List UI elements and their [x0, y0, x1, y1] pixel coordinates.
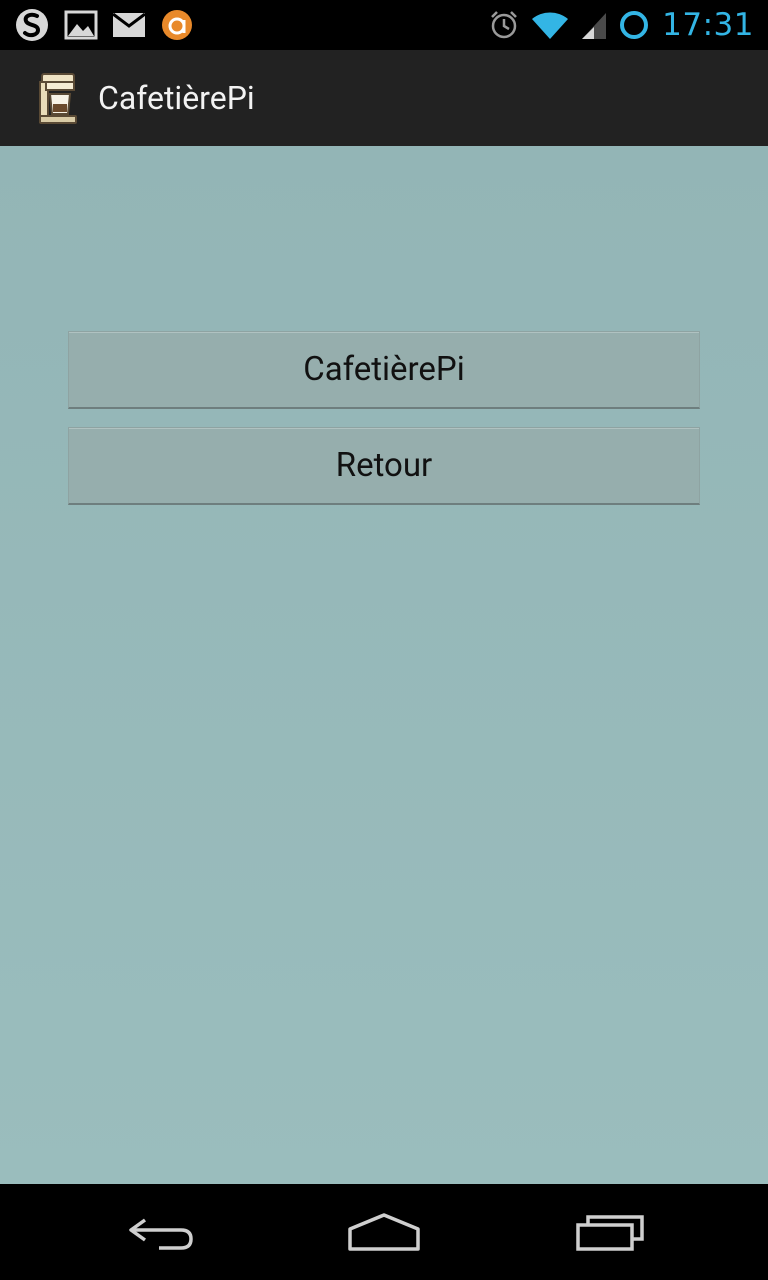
action-bar: CafetièrePi	[0, 50, 768, 146]
navigation-bar	[0, 1184, 768, 1280]
swype-icon	[16, 9, 48, 41]
clock: 17:31	[662, 7, 754, 43]
app-title: CafetièrePi	[98, 79, 255, 117]
mail-icon	[112, 12, 146, 37]
alarm-icon	[491, 11, 518, 39]
retour-button[interactable]: Retour	[68, 427, 700, 505]
home-icon	[348, 1213, 420, 1251]
sync-circle-icon	[620, 11, 649, 39]
back-button[interactable]	[100, 1204, 220, 1260]
cafetierepi-button[interactable]: CafetièrePi	[68, 331, 700, 409]
recents-icon	[576, 1215, 644, 1251]
main-content: CafetièrePi Retour	[0, 146, 768, 1184]
back-icon	[129, 1218, 193, 1250]
signal-icon	[582, 13, 607, 39]
status-bar: 17:31	[0, 0, 768, 50]
avast-icon	[162, 10, 192, 40]
notification-icons	[14, 6, 194, 44]
system-icons: 17:31	[488, 6, 754, 44]
coffee-maker-icon[interactable]	[34, 70, 82, 126]
home-button[interactable]	[324, 1204, 444, 1260]
wifi-icon	[532, 12, 569, 39]
gallery-icon	[64, 10, 98, 40]
recents-button[interactable]	[550, 1204, 670, 1260]
